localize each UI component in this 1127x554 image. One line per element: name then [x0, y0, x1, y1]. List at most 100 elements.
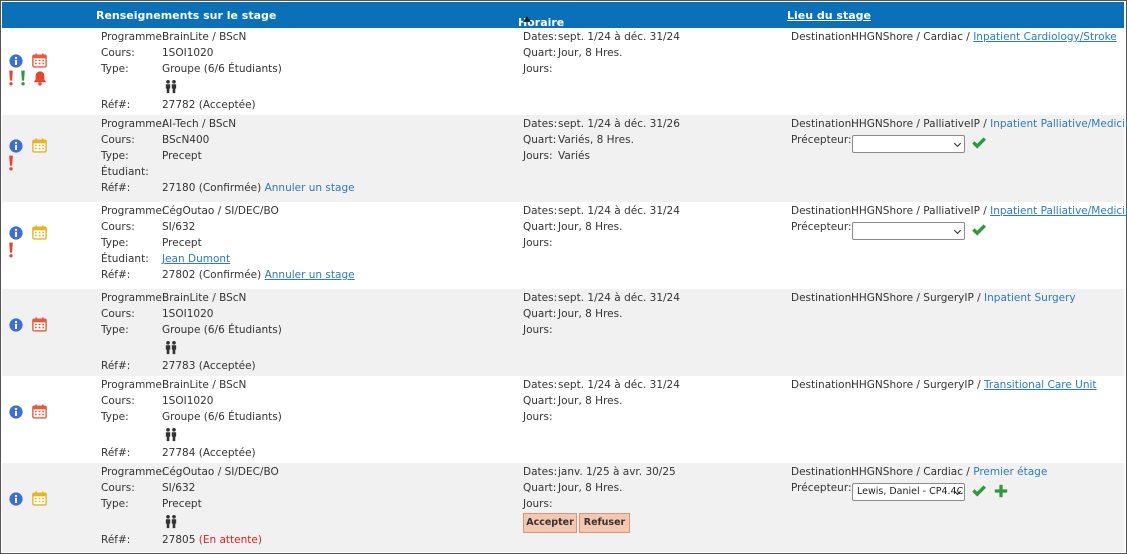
table-row: Programme: AI-Tech / BScN Cours: BScN400…: [2, 115, 1127, 202]
info-icon[interactable]: [9, 54, 23, 68]
shift-value: Variés, 8 Hres.: [558, 134, 634, 146]
calendar-icon[interactable]: [32, 53, 47, 68]
info-icon[interactable]: [9, 318, 23, 332]
ref-value: 27802 (Confirmée) Annuler un stage: [162, 269, 355, 281]
destination-unit-link[interactable]: Inpatient Palliative/Medicine: [990, 118, 1127, 130]
info-icon[interactable]: [9, 139, 23, 153]
preceptor-select[interactable]: Lewis, Daniel - CP4.4C: [852, 483, 965, 501]
checkmark-icon[interactable]: [971, 223, 987, 237]
shift-value: Jour, 8 Hres.: [558, 482, 623, 494]
days-label: Jours:: [523, 237, 553, 249]
destination-unit-link[interactable]: Inpatient Cardiology/Stroke: [973, 31, 1117, 43]
checkmark-icon[interactable]: [971, 136, 987, 150]
type-value: Groupe (6/6 Étudiants): [162, 324, 282, 336]
ref-value: 27784 (Acceptée): [162, 447, 256, 459]
preceptor-label: Précepteur:: [791, 482, 852, 494]
destination-path: HHGNShore / PalliativeIP /: [851, 205, 991, 217]
calendar-icon[interactable]: [32, 491, 47, 506]
course-label: Cours:: [101, 482, 135, 494]
shift-value: Jour, 8 Hres.: [558, 47, 623, 59]
table-body: Programme: BrainLite / BScN Cours: 1SOI1…: [2, 28, 1127, 552]
program-label: Programme:: [101, 379, 166, 391]
destination-unit-link[interactable]: Transitional Care Unit: [984, 379, 1097, 391]
program-value: BrainLite / BScN: [162, 292, 247, 304]
cancel-placement-link[interactable]: Annuler un stage: [265, 269, 355, 281]
group-students-icon[interactable]: [164, 79, 178, 94]
calendar-icon[interactable]: [32, 225, 47, 240]
destination-unit-link[interactable]: Inpatient Palliative/Medicine: [990, 205, 1127, 217]
shift-value: Jour, 8 Hres.: [558, 395, 623, 407]
course-label: Cours:: [101, 395, 135, 407]
placements-table: Renseignements sur le stage Horaire Lieu…: [0, 0, 1127, 554]
table-row: Programme: CégOutao / SI/DEC/BO Cours: S…: [2, 202, 1127, 289]
exclamation-icon: [20, 70, 26, 86]
type-value: Groupe (6/6 Étudiants): [162, 411, 282, 423]
course-label: Cours:: [101, 134, 135, 146]
ref-label: Réf#:: [101, 447, 131, 459]
refuse-button[interactable]: Refuser: [579, 513, 630, 533]
destination-value: HHGNShore / SurgeryIP / Inpatient Surger…: [851, 292, 1076, 304]
course-label: Cours:: [101, 308, 135, 320]
group-students-icon[interactable]: [164, 427, 178, 442]
table-header: Renseignements sur le stage Horaire Lieu…: [2, 2, 1124, 29]
table-row: Programme: BrainLite / BScN Cours: 1SOI1…: [2, 28, 1124, 115]
type-value: Groupe (6/6 Étudiants): [162, 63, 282, 75]
destination-value: HHGNShore / PalliativeIP / Inpatient Pal…: [851, 205, 1127, 217]
column-header-site[interactable]: Lieu du stage: [787, 9, 871, 22]
exclamation-icon: [8, 70, 14, 86]
accept-button[interactable]: Accepter: [523, 513, 577, 533]
ref-value: 27180 (Confirmée) Annuler un stage: [162, 182, 355, 194]
program-label: Programme:: [101, 466, 166, 478]
destination-unit-link[interactable]: Premier étage: [973, 466, 1047, 478]
dates-label: Dates:: [523, 466, 558, 478]
destination-label: Destination:: [791, 118, 855, 130]
program-value: AI-Tech / BScN: [162, 118, 237, 130]
checkmark-icon[interactable]: [971, 484, 987, 498]
destination-path: HHGNShore / PalliativeIP /: [851, 118, 991, 130]
days-label: Jours:: [523, 498, 553, 510]
shift-label: Quart:: [523, 134, 557, 146]
course-value: 1SOI1020: [162, 308, 214, 320]
dates-label: Dates:: [523, 292, 558, 304]
bell-icon[interactable]: [32, 70, 48, 86]
destination-value: HHGNShore / Cardiac / Premier étage: [851, 466, 1047, 478]
student-link[interactable]: Jean Dumont: [162, 253, 230, 265]
calendar-icon[interactable]: [32, 317, 47, 332]
destination-unit-link[interactable]: Inpatient Surgery: [984, 292, 1076, 304]
ref-number: 27805: [162, 534, 196, 546]
type-label: Type:: [101, 411, 129, 423]
shift-label: Quart:: [523, 308, 557, 320]
calendar-icon[interactable]: [32, 138, 47, 153]
program-label: Programme:: [101, 118, 166, 130]
program-value: CégOutao / SI/DEC/BO: [162, 205, 279, 217]
info-icon[interactable]: [9, 226, 23, 240]
table-row: Programme: BrainLite / BScN Cours: 1SOI1…: [2, 289, 1124, 376]
sort-ascending-icon[interactable]: [523, 16, 531, 22]
group-students-icon[interactable]: [164, 514, 178, 529]
destination-label: Destination:: [791, 292, 855, 304]
dates-value: sept. 1/24 à déc. 31/24: [558, 31, 680, 43]
days-label: Jours:: [523, 324, 553, 336]
calendar-icon[interactable]: [32, 404, 47, 419]
course-label: Cours:: [101, 47, 135, 59]
course-value: BScN400: [162, 134, 210, 146]
group-students-icon[interactable]: [164, 340, 178, 355]
shift-value: Jour, 8 Hres.: [558, 308, 623, 320]
dates-value: sept. 1/24 à déc. 31/26: [558, 118, 680, 130]
info-icon[interactable]: [9, 492, 23, 506]
column-header-info: Renseignements sur le stage: [96, 9, 277, 22]
program-label: Programme:: [101, 205, 166, 217]
exclamation-icon: [8, 155, 14, 171]
destination-value: HHGNShore / Cardiac / Inpatient Cardiolo…: [851, 31, 1117, 43]
plus-icon[interactable]: [994, 484, 1008, 498]
program-label: Programme:: [101, 292, 166, 304]
program-value: BrainLite / BScN: [162, 31, 247, 43]
dates-value: sept. 1/24 à déc. 31/24: [558, 292, 680, 304]
preceptor-select[interactable]: [852, 222, 965, 240]
preceptor-select[interactable]: [852, 135, 965, 153]
info-icon[interactable]: [9, 405, 23, 419]
type-value: Precept: [162, 237, 202, 249]
course-value: 1SOI1020: [162, 395, 214, 407]
days-value: Variés: [558, 150, 590, 162]
cancel-placement-link[interactable]: Annuler un stage: [265, 182, 355, 194]
